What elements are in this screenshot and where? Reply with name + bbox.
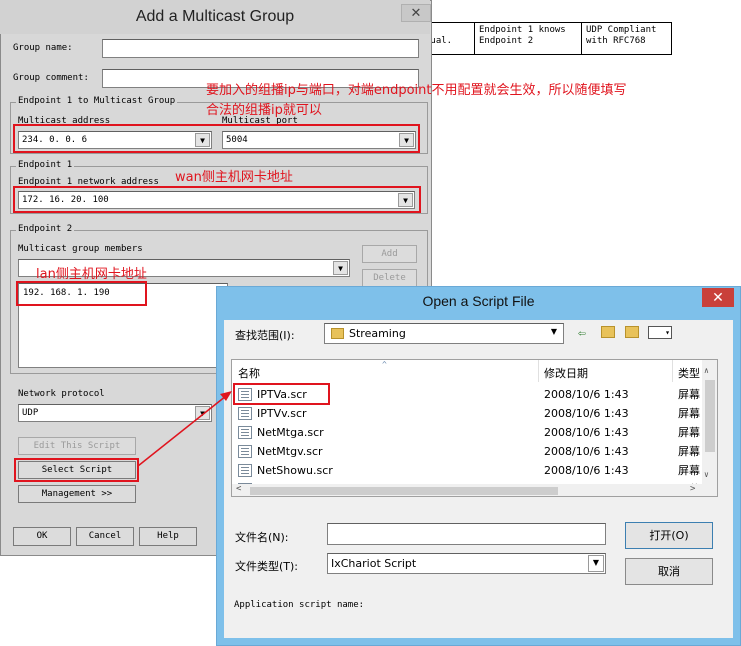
arrow-line [137, 395, 227, 467]
annotation-arrow [137, 391, 232, 467]
